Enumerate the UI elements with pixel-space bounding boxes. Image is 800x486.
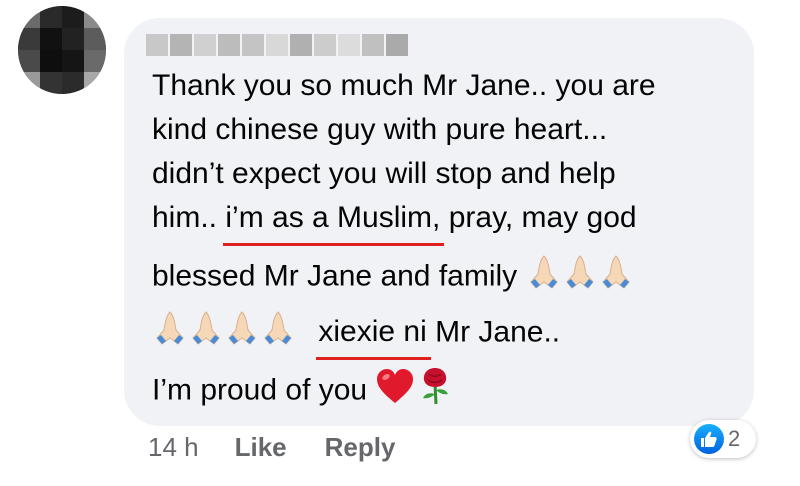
commenter-name-blurred[interactable] [146,34,408,56]
comment-text-segment: blessed Mr Jane and family [152,259,518,293]
comment-footer: 14 h Like Reply [148,432,395,463]
avatar[interactable] [18,6,106,94]
comment-line: kind chinese guy with pure heart... [152,113,608,146]
folded-hands-icon [224,310,260,357]
folded-hands-icon [598,254,634,301]
comment-line: Thank you so much Mr Jane.. you are [152,69,656,102]
comment-line: didn’t expect you will stop and help [152,157,616,190]
comment-line: I’m proud of you [152,366,455,417]
underlined-phrase: i’m as a Muslim, [223,198,445,246]
reaction-summary[interactable]: 2 [690,420,756,458]
folded-hands-icon [152,310,188,357]
folded-hands-icon [260,310,296,357]
rose-icon [415,366,455,417]
comment-line: xiexie ni Mr Jane.. [152,310,561,361]
folded-hands-icon [562,254,598,301]
comment-line: him.. i’m as a Muslim, pray, may god [152,198,637,246]
comment-line: blessed Mr Jane and family [152,254,634,301]
reaction-count: 2 [728,426,741,451]
comment-text-segment: pray, may god [448,201,637,234]
comment-text-segment: I’m proud of you [152,373,368,407]
comment-text-segment: Mr Jane.. [435,315,561,349]
underlined-phrase: xiexie ni [316,312,432,361]
reply-button[interactable]: Reply [325,432,396,463]
like-button[interactable]: Like [235,432,287,463]
timestamp[interactable]: 14 h [148,432,199,463]
red-heart-icon [375,367,415,416]
folded-hands-icon [526,254,562,301]
folded-hands-icon [188,310,224,357]
comment-text-segment: him.. [152,201,218,234]
thumbs-up-icon [694,424,724,454]
